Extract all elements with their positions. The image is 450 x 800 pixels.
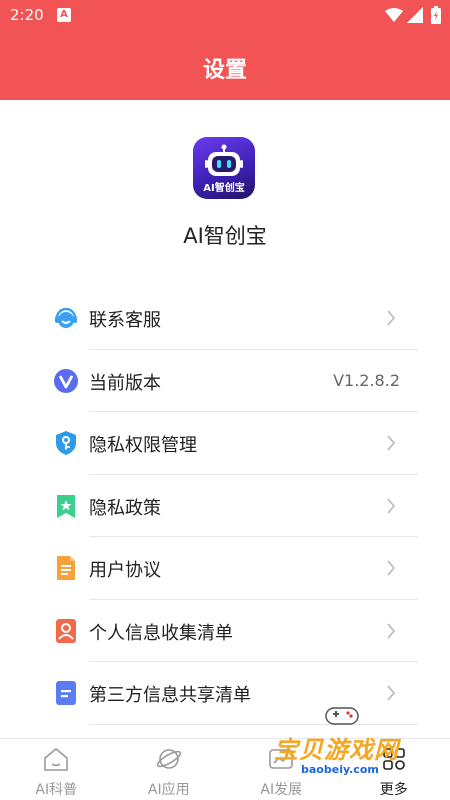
nav-label: AI应用 <box>147 782 190 798</box>
customer-service-icon <box>55 307 77 328</box>
menu-item-label: 联系客服 <box>89 310 161 331</box>
chevron-right-icon <box>387 498 395 513</box>
app-logo-text: AI智创宝 <box>203 183 245 194</box>
menu-item-label: 当前版本 <box>89 372 161 394</box>
menu-item-current-version[interactable]: 当前版本 V1.2.8.2 <box>0 350 450 412</box>
menu-item-label: 隐私政策 <box>89 497 161 519</box>
document-icon <box>57 556 75 580</box>
menu-item-label: 用户协议 <box>89 560 161 581</box>
header-bar: 设置 <box>0 32 450 100</box>
chevron-right-icon <box>387 435 395 451</box>
watermark-text: 宝贝游戏网 <box>274 736 399 764</box>
watermark-url: baobeiy.com <box>298 763 382 776</box>
app-logo: AI智创宝 <box>193 137 255 199</box>
app-name: AI智创宝 <box>183 224 267 248</box>
menu-item-label: 个人信息收集清单 <box>89 622 233 644</box>
settings-list: 联系客服 当前版本 V1.2.8.2 隐私权限管理 隐私政策 用户协议 个人信息… <box>0 287 450 725</box>
status-time: 2:20 <box>10 6 44 24</box>
person-icon <box>56 618 76 643</box>
nav-label: AI科普 <box>35 782 78 798</box>
status-bar: 2:20 A <box>0 0 450 32</box>
planet-icon <box>156 749 181 769</box>
menu-item-privacy-policy[interactable]: 隐私政策 <box>0 475 450 537</box>
menu-item-contact-service[interactable]: 联系客服 <box>0 287 450 350</box>
menu-item-personal-info-list[interactable]: 个人信息收集清单 <box>0 600 450 662</box>
version-value: V1.2.8.2 <box>333 370 400 390</box>
menu-item-label: 第三方信息共享清单 <box>89 685 251 706</box>
version-icon <box>54 368 78 393</box>
bookmark-star-icon <box>57 494 75 518</box>
chevron-right-icon <box>387 623 395 638</box>
watermark: 宝贝游戏网 baobeiy.com <box>268 700 450 800</box>
nav-ai-apps[interactable]: AI应用 <box>113 739 226 800</box>
menu-item-user-agreement[interactable]: 用户协议 <box>0 537 450 600</box>
menu-item-label: 隐私权限管理 <box>89 435 197 456</box>
chevron-right-icon <box>387 560 395 576</box>
gamepad-icon <box>325 707 359 725</box>
home-icon <box>44 748 68 771</box>
wifi-icon <box>385 8 403 22</box>
nav-ai-science[interactable]: AI科普 <box>0 739 113 800</box>
battery-icon <box>431 6 441 24</box>
privacy-key-icon <box>56 431 76 455</box>
list-icon <box>56 681 76 705</box>
signal-icon <box>407 7 423 23</box>
chevron-right-icon <box>387 310 395 326</box>
notification-a-icon: A <box>57 8 71 22</box>
menu-item-privacy-permissions[interactable]: 隐私权限管理 <box>0 412 450 475</box>
page-title: 设置 <box>202 58 247 83</box>
